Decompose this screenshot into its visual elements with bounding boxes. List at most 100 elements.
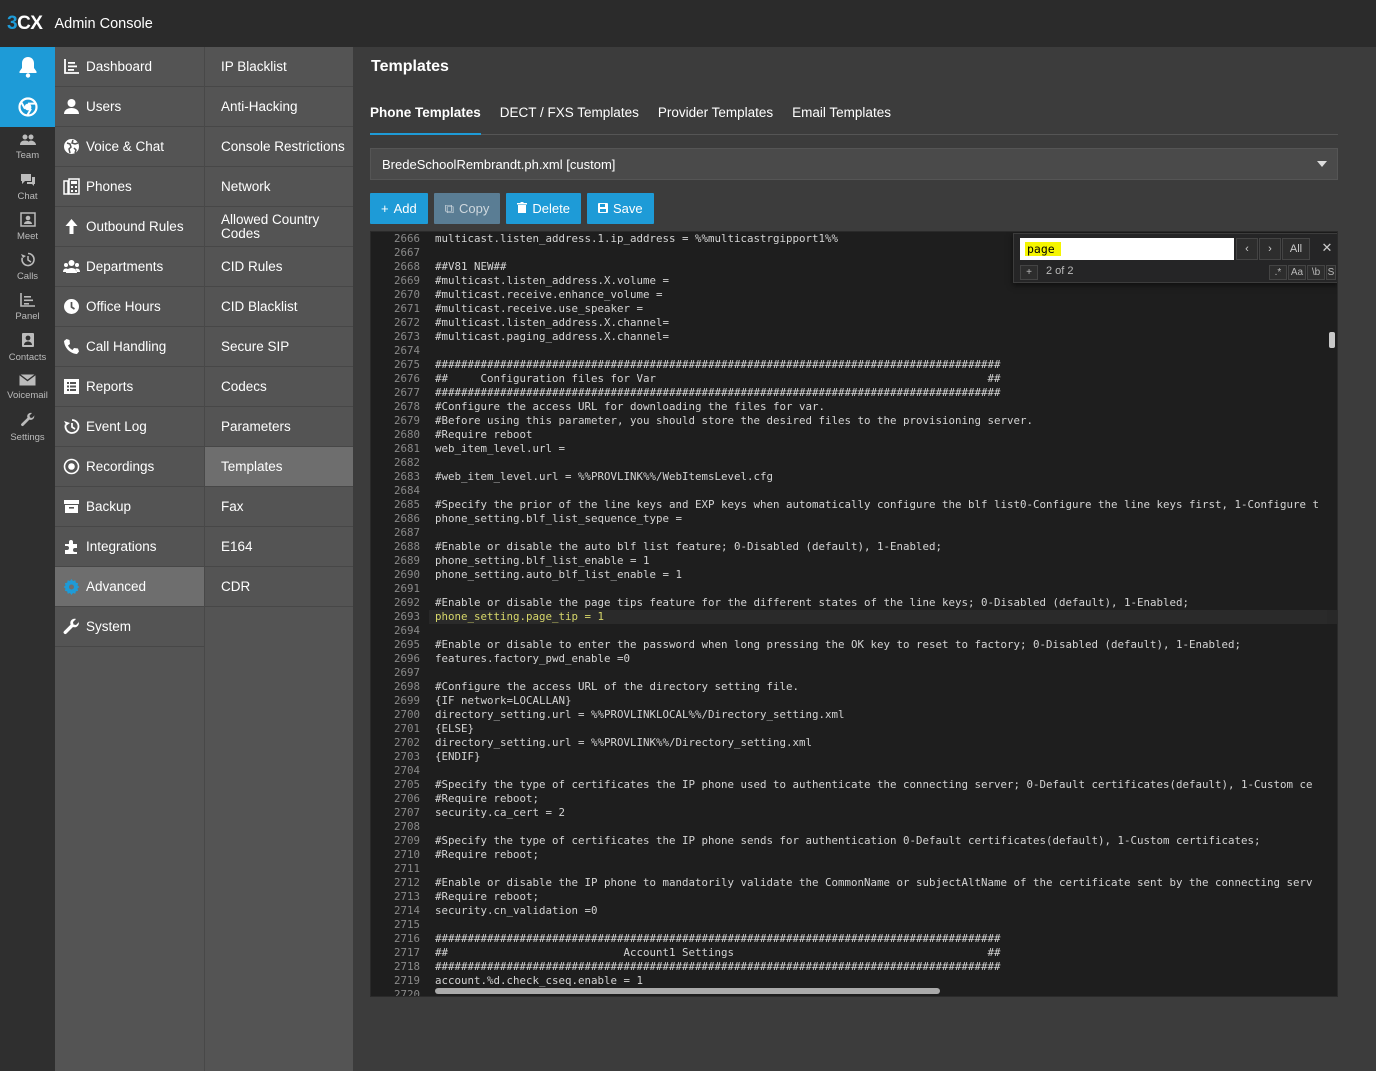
code-line: #multicast.listen_address.X.channel= xyxy=(435,316,670,329)
submenu-item-fax[interactable]: Fax xyxy=(205,487,353,527)
iconbar-item-chat[interactable]: Chat xyxy=(0,167,55,207)
settings-icon xyxy=(20,412,36,432)
submenu-item-network[interactable]: Network xyxy=(205,167,353,207)
search-in-selection-toggle[interactable]: S xyxy=(1326,265,1336,280)
submenu-item-label: Fax xyxy=(221,498,244,514)
menu-item-event-log[interactable]: Event Log xyxy=(55,407,204,447)
previous-match-icon[interactable]: ‹ xyxy=(1236,238,1258,260)
tab-provider-templates[interactable]: Provider Templates xyxy=(658,103,773,135)
regex-toggle[interactable]: .* xyxy=(1269,265,1287,280)
menu-item-voice-chat[interactable]: Voice & Chat xyxy=(55,127,204,167)
menu-item-label: Advanced xyxy=(86,579,147,594)
line-number: 2697 xyxy=(393,666,420,679)
copy-button[interactable]: ⧉ Copy xyxy=(433,193,501,224)
close-icon[interactable]: ✕ xyxy=(1316,238,1337,260)
menu-item-departments[interactable]: Departments xyxy=(55,247,204,287)
menu-item-call-handling[interactable]: Call Handling xyxy=(55,327,204,367)
submenu-item-label: E164 xyxy=(221,538,253,554)
submenu-item-cid-blacklist[interactable]: CID Blacklist xyxy=(205,287,353,327)
menu-item-recordings[interactable]: Recordings xyxy=(55,447,204,487)
iconbar-label: Team xyxy=(15,149,40,161)
menu-item-label: Phones xyxy=(86,179,132,194)
code-line: #Configure the access URL for downloadin… xyxy=(435,400,826,413)
iconbar-item-meet[interactable]: Meet xyxy=(0,207,55,247)
code-line: #Enable or disable the auto blf list fea… xyxy=(435,540,943,553)
submenu-item-parameters[interactable]: Parameters xyxy=(205,407,353,447)
iconbar-item-panel[interactable]: Panel xyxy=(0,287,55,327)
tab-email-templates[interactable]: Email Templates xyxy=(792,103,891,135)
code-line: features.factory_pwd_enable =0 xyxy=(435,652,631,665)
line-number: 2679 xyxy=(393,414,420,427)
submenu-item-codecs[interactable]: Codecs xyxy=(205,367,353,407)
line-number: 2669 xyxy=(393,274,420,287)
record-icon xyxy=(63,458,86,475)
iconbar-item-contacts[interactable]: Contacts xyxy=(0,327,55,367)
top-bar: 3CX Admin Console xyxy=(0,0,1376,47)
iconbar-item-calls[interactable]: Calls xyxy=(0,247,55,287)
menu-item-office-hours[interactable]: Office Hours xyxy=(55,287,204,327)
replace-toggle-button[interactable]: + xyxy=(1020,265,1038,280)
code-area[interactable]: multicast.listen_address.1.ip_address = … xyxy=(435,232,1327,992)
menu-item-integrations[interactable]: Integrations xyxy=(55,527,204,567)
code-line: #Specify the type of certificates the IP… xyxy=(435,834,1261,847)
case-toggle[interactable]: Aa xyxy=(1288,265,1306,280)
iconbar-item-voicemail[interactable]: Voicemail xyxy=(0,367,55,407)
logo[interactable]: 3CX xyxy=(7,13,43,35)
line-number: 2692 xyxy=(393,596,420,609)
line-number: 2701 xyxy=(393,722,420,735)
add-button[interactable]: + Add xyxy=(370,193,428,224)
advanced-submenu: IP Blacklist Anti-Hacking Console Restrict… xyxy=(204,47,353,1071)
submenu-item-label: Templates xyxy=(221,458,283,474)
vertical-scrollbar[interactable] xyxy=(1329,332,1335,348)
code-line: phone_setting.blf_list_sequence_type = xyxy=(435,512,683,525)
submenu-item-secure-sip[interactable]: Secure SIP xyxy=(205,327,353,367)
template-select[interactable]: BredeSchoolRembrandt.ph.xml [custom] xyxy=(370,148,1338,180)
iconbar-label: Settings xyxy=(10,431,45,443)
line-number: 2700 xyxy=(393,708,420,721)
submenu-item-allowed-country-codes[interactable]: Allowed Country Codes xyxy=(205,207,353,247)
menu-item-reports[interactable]: Reports xyxy=(55,367,204,407)
bell-icon[interactable] xyxy=(0,47,55,87)
submenu-item-e164[interactable]: E164 xyxy=(205,527,353,567)
next-match-icon[interactable]: › xyxy=(1259,238,1281,260)
menu-item-backup[interactable]: Backup xyxy=(55,487,204,527)
menu-item-phones[interactable]: Phones xyxy=(55,167,204,207)
submenu-item-label: CID Rules xyxy=(221,258,283,274)
line-number: 2718 xyxy=(393,960,420,973)
find-input[interactable]: page xyxy=(1020,238,1234,260)
line-number: 2715 xyxy=(393,918,420,931)
menu-item-outbound-rules[interactable]: Outbound Rules xyxy=(55,207,204,247)
menu-item-system[interactable]: System xyxy=(55,607,204,647)
line-number: 2684 xyxy=(393,484,420,497)
find-all-button[interactable]: All xyxy=(1282,238,1310,260)
line-number: 2716 xyxy=(393,932,420,945)
line-number: 2686 xyxy=(393,512,420,525)
menu-item-users[interactable]: Users xyxy=(55,87,204,127)
chrome-icon[interactable] xyxy=(0,87,55,127)
submenu-item-cdr[interactable]: CDR xyxy=(205,567,353,607)
horizontal-scrollbar[interactable] xyxy=(435,988,940,994)
line-number: 2670 xyxy=(393,288,420,301)
submenu-item-anti-hacking[interactable]: Anti-Hacking xyxy=(205,87,353,127)
delete-button[interactable]: Delete xyxy=(506,193,581,224)
submenu-item-templates[interactable]: Templates xyxy=(205,447,353,487)
chat-icon xyxy=(20,173,36,191)
code-line: {ENDIF} xyxy=(435,750,481,763)
tab-phone-templates[interactable]: Phone Templates xyxy=(370,103,481,135)
iconbar-item-team[interactable]: Team xyxy=(0,127,55,167)
whole-word-toggle[interactable]: \b xyxy=(1307,265,1325,280)
submenu-item-ip-blacklist[interactable]: IP Blacklist xyxy=(205,47,353,87)
chevron-down-icon xyxy=(1317,161,1327,167)
code-editor[interactable]: 2666 2667 2668 2669 2670 2671 2672 2673 2674 2675… xyxy=(370,231,1338,997)
iconbar-item-settings[interactable]: Settings xyxy=(0,407,55,447)
phones-icon xyxy=(63,178,86,195)
code-line: #Enable or disable the page tips feature… xyxy=(435,596,1190,609)
tab-dect-fxs-templates[interactable]: DECT / FXS Templates xyxy=(500,103,639,135)
menu-item-dashboard[interactable]: Dashboard xyxy=(55,47,204,87)
menu-item-advanced[interactable]: Advanced xyxy=(55,567,204,607)
save-button[interactable]: Save xyxy=(586,193,654,224)
submenu-item-console-restrictions[interactable]: Console Restrictions xyxy=(205,127,353,167)
submenu-item-cid-rules[interactable]: CID Rules xyxy=(205,247,353,287)
